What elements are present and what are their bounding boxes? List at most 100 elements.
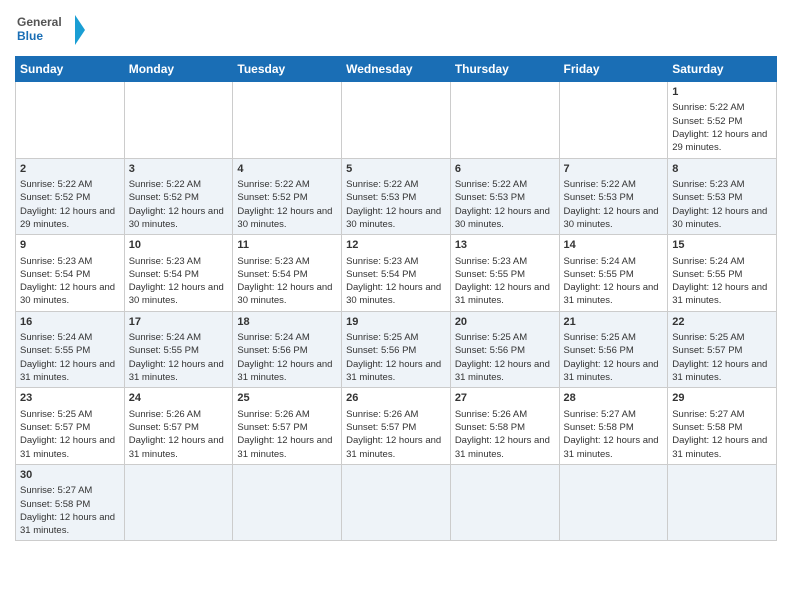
cell-info: Sunrise: 5:24 AM Sunset: 5:55 PM Dayligh… <box>564 255 664 308</box>
calendar-cell: 1Sunrise: 5:22 AM Sunset: 5:52 PM Daylig… <box>668 82 777 159</box>
cell-info: Sunrise: 5:25 AM Sunset: 5:57 PM Dayligh… <box>672 331 772 384</box>
logo-svg: General Blue <box>15 10 85 50</box>
calendar-cell: 21Sunrise: 5:25 AM Sunset: 5:56 PM Dayli… <box>559 311 668 388</box>
calendar-cell: 2Sunrise: 5:22 AM Sunset: 5:52 PM Daylig… <box>16 158 125 235</box>
calendar-cell: 26Sunrise: 5:26 AM Sunset: 5:57 PM Dayli… <box>342 388 451 465</box>
cell-info: Sunrise: 5:23 AM Sunset: 5:55 PM Dayligh… <box>455 255 555 308</box>
calendar-cell: 18Sunrise: 5:24 AM Sunset: 5:56 PM Dayli… <box>233 311 342 388</box>
calendar-cell: 17Sunrise: 5:24 AM Sunset: 5:55 PM Dayli… <box>124 311 233 388</box>
calendar-cell: 4Sunrise: 5:22 AM Sunset: 5:52 PM Daylig… <box>233 158 342 235</box>
cell-date-number: 16 <box>20 315 120 330</box>
cell-info: Sunrise: 5:25 AM Sunset: 5:56 PM Dayligh… <box>564 331 664 384</box>
calendar-cell: 27Sunrise: 5:26 AM Sunset: 5:58 PM Dayli… <box>450 388 559 465</box>
cell-info: Sunrise: 5:22 AM Sunset: 5:52 PM Dayligh… <box>20 178 120 231</box>
cell-info: Sunrise: 5:22 AM Sunset: 5:53 PM Dayligh… <box>346 178 446 231</box>
day-header-sunday: Sunday <box>16 57 125 82</box>
calendar-cell: 9Sunrise: 5:23 AM Sunset: 5:54 PM Daylig… <box>16 235 125 312</box>
svg-text:General: General <box>17 15 62 29</box>
header: General Blue <box>15 10 777 50</box>
cell-info: Sunrise: 5:24 AM Sunset: 5:55 PM Dayligh… <box>129 331 229 384</box>
cell-info: Sunrise: 5:26 AM Sunset: 5:57 PM Dayligh… <box>346 408 446 461</box>
cell-date-number: 24 <box>129 391 229 406</box>
calendar-cell: 10Sunrise: 5:23 AM Sunset: 5:54 PM Dayli… <box>124 235 233 312</box>
cell-date-number: 20 <box>455 315 555 330</box>
calendar-cell <box>450 464 559 541</box>
cell-info: Sunrise: 5:22 AM Sunset: 5:52 PM Dayligh… <box>672 101 772 154</box>
week-row-2: 2Sunrise: 5:22 AM Sunset: 5:52 PM Daylig… <box>16 158 777 235</box>
day-header-friday: Friday <box>559 57 668 82</box>
calendar-cell <box>233 464 342 541</box>
cell-date-number: 14 <box>564 238 664 253</box>
calendar-cell <box>124 82 233 159</box>
day-header-thursday: Thursday <box>450 57 559 82</box>
calendar-cell: 23 Sunrise: 5:25 AM Sunset: 5:57 PM Dayli… <box>16 388 125 465</box>
cell-info: Sunrise: 5:23 AM Sunset: 5:54 PM Dayligh… <box>346 255 446 308</box>
day-header-monday: Monday <box>124 57 233 82</box>
calendar-cell: 13Sunrise: 5:23 AM Sunset: 5:55 PM Dayli… <box>450 235 559 312</box>
week-row-4: 16Sunrise: 5:24 AM Sunset: 5:55 PM Dayli… <box>16 311 777 388</box>
calendar-cell: 11 Sunrise: 5:23 AM Sunset: 5:54 PM Dayli… <box>233 235 342 312</box>
cell-date-number: 2 <box>20 162 120 177</box>
week-row-6: 30Sunrise: 5:27 AM Sunset: 5:58 PM Dayli… <box>16 464 777 541</box>
calendar-cell <box>124 464 233 541</box>
cell-info: Sunrise: 5:23 AM Sunset: 5:54 PM Dayligh… <box>237 255 337 308</box>
cell-info: Sunrise: 5:22 AM Sunset: 5:52 PM Dayligh… <box>129 178 229 231</box>
cell-date-number: 19 <box>346 315 446 330</box>
calendar-cell: 19Sunrise: 5:25 AM Sunset: 5:56 PM Dayli… <box>342 311 451 388</box>
calendar-cell: 6Sunrise: 5:22 AM Sunset: 5:53 PM Daylig… <box>450 158 559 235</box>
cell-date-number: 12 <box>346 238 446 253</box>
cell-info: Sunrise: 5:25 AM Sunset: 5:57 PM Dayligh… <box>20 408 120 461</box>
cell-info: Sunrise: 5:23 AM Sunset: 5:54 PM Dayligh… <box>129 255 229 308</box>
calendar-cell: 3Sunrise: 5:22 AM Sunset: 5:52 PM Daylig… <box>124 158 233 235</box>
calendar-cell: 5Sunrise: 5:22 AM Sunset: 5:53 PM Daylig… <box>342 158 451 235</box>
calendar-cell: 7Sunrise: 5:22 AM Sunset: 5:53 PM Daylig… <box>559 158 668 235</box>
calendar-cell <box>668 464 777 541</box>
calendar-cell <box>559 82 668 159</box>
calendar-cell: 16Sunrise: 5:24 AM Sunset: 5:55 PM Dayli… <box>16 311 125 388</box>
day-header-saturday: Saturday <box>668 57 777 82</box>
cell-date-number: 30 <box>20 468 120 483</box>
cell-info: Sunrise: 5:26 AM Sunset: 5:57 PM Dayligh… <box>237 408 337 461</box>
cell-date-number: 3 <box>129 162 229 177</box>
week-row-1: 1Sunrise: 5:22 AM Sunset: 5:52 PM Daylig… <box>16 82 777 159</box>
cell-info: Sunrise: 5:22 AM Sunset: 5:53 PM Dayligh… <box>455 178 555 231</box>
cell-info: Sunrise: 5:25 AM Sunset: 5:56 PM Dayligh… <box>346 331 446 384</box>
cell-date-number: 27 <box>455 391 555 406</box>
calendar-cell <box>450 82 559 159</box>
calendar-cell: 22Sunrise: 5:25 AM Sunset: 5:57 PM Dayli… <box>668 311 777 388</box>
cell-date-number: 9 <box>20 238 120 253</box>
calendar-table: SundayMondayTuesdayWednesdayThursdayFrid… <box>15 56 777 541</box>
cell-date-number: 15 <box>672 238 772 253</box>
day-header-tuesday: Tuesday <box>233 57 342 82</box>
calendar-cell: 14 Sunrise: 5:24 AM Sunset: 5:55 PM Dayli… <box>559 235 668 312</box>
calendar-cell <box>342 464 451 541</box>
cell-info: Sunrise: 5:24 AM Sunset: 5:55 PM Dayligh… <box>672 255 772 308</box>
cell-date-number: 28 <box>564 391 664 406</box>
cell-date-number: 18 <box>237 315 337 330</box>
calendar-cell: 8Sunrise: 5:23 AM Sunset: 5:53 PM Daylig… <box>668 158 777 235</box>
cell-date-number: 23 <box>20 391 120 406</box>
calendar-cell: 24Sunrise: 5:26 AM Sunset: 5:57 PM Dayli… <box>124 388 233 465</box>
svg-text:Blue: Blue <box>17 29 43 43</box>
cell-info: Sunrise: 5:27 AM Sunset: 5:58 PM Dayligh… <box>672 408 772 461</box>
calendar-cell <box>559 464 668 541</box>
calendar-cell: 20Sunrise: 5:25 AM Sunset: 5:56 PM Dayli… <box>450 311 559 388</box>
cell-info: Sunrise: 5:25 AM Sunset: 5:56 PM Dayligh… <box>455 331 555 384</box>
cell-date-number: 11 <box>237 238 337 253</box>
calendar-cell <box>342 82 451 159</box>
cell-info: Sunrise: 5:24 AM Sunset: 5:55 PM Dayligh… <box>20 331 120 384</box>
logo: General Blue <box>15 10 85 50</box>
cell-date-number: 7 <box>564 162 664 177</box>
cell-date-number: 8 <box>672 162 772 177</box>
calendar-cell: 15 Sunrise: 5:24 AM Sunset: 5:55 PM Dayli… <box>668 235 777 312</box>
cell-info: Sunrise: 5:23 AM Sunset: 5:53 PM Dayligh… <box>672 178 772 231</box>
cell-info: Sunrise: 5:22 AM Sunset: 5:52 PM Dayligh… <box>237 178 337 231</box>
cell-date-number: 5 <box>346 162 446 177</box>
calendar-cell: 29Sunrise: 5:27 AM Sunset: 5:58 PM Dayli… <box>668 388 777 465</box>
cell-info: Sunrise: 5:22 AM Sunset: 5:53 PM Dayligh… <box>564 178 664 231</box>
calendar-cell <box>16 82 125 159</box>
calendar-cell: 28Sunrise: 5:27 AM Sunset: 5:58 PM Dayli… <box>559 388 668 465</box>
cell-info: Sunrise: 5:27 AM Sunset: 5:58 PM Dayligh… <box>20 484 120 537</box>
cell-date-number: 21 <box>564 315 664 330</box>
calendar-cell: 30Sunrise: 5:27 AM Sunset: 5:58 PM Dayli… <box>16 464 125 541</box>
